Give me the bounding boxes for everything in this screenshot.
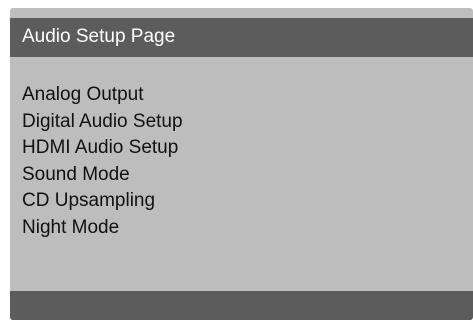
audio-setup-menu: Analog Output Digital Audio Setup HDMI A… [22,82,183,241]
audio-setup-panel: Audio Setup Page Analog Output Digital A… [10,8,473,320]
menu-item-night-mode[interactable]: Night Mode [22,215,183,242]
menu-item-hdmi-audio-setup[interactable]: HDMI Audio Setup [22,135,183,162]
page-title: Audio Setup Page [22,26,176,47]
footer-bar [10,291,473,320]
title-bar: Audio Setup Page [10,18,473,57]
menu-item-sound-mode[interactable]: Sound Mode [22,162,183,189]
menu-item-digital-audio-setup[interactable]: Digital Audio Setup [22,109,183,136]
menu-item-cd-upsampling[interactable]: CD Upsampling [22,188,183,215]
menu-item-analog-output[interactable]: Analog Output [22,82,183,109]
